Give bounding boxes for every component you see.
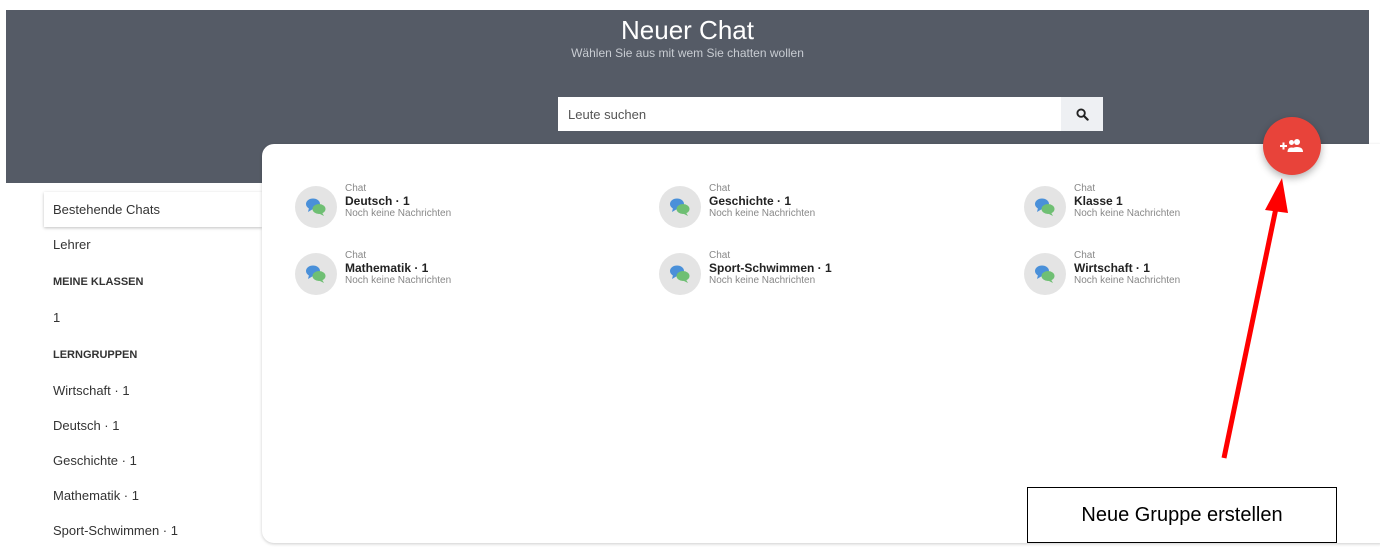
chat-name: Deutsch · 1 <box>345 194 410 208</box>
chat-type-label: Chat <box>709 183 731 194</box>
sidebar-item-existing-chats[interactable]: Bestehende Chats <box>44 192 262 227</box>
annotation-label: Neue Gruppe erstellen <box>1027 487 1337 543</box>
new-group-button[interactable] <box>1263 117 1321 175</box>
chat-type-label: Chat <box>1074 250 1096 261</box>
chat-card[interactable]: Chat Sport-Schwimmen · 1 Noch keine Nachri… <box>659 250 959 298</box>
page-title: Neuer Chat <box>621 15 754 45</box>
chat-name: Sport-Schwimmen · 1 <box>709 261 832 275</box>
chat-last-message: Noch keine Nachrichten <box>345 275 452 286</box>
chat-last-message: Noch keine Nachrichten <box>709 275 816 286</box>
chat-card[interactable]: Chat Mathematik · 1 Noch keine Nachrichten <box>295 250 595 298</box>
sidebar-heading-study-groups: LERNGRUPPEN <box>53 349 138 361</box>
sidebar-item-group[interactable]: Geschichte · 1 <box>44 443 262 478</box>
group-add-icon <box>1280 139 1303 152</box>
chat-last-message: Noch keine Nachrichten <box>1074 208 1181 219</box>
chat-card[interactable]: Chat Geschichte · 1 Noch keine Nachrichten <box>659 183 959 231</box>
chat-name: Mathematik · 1 <box>345 261 429 275</box>
chat-type-label: Chat <box>345 183 367 194</box>
chat-type-label: Chat <box>1074 183 1096 194</box>
chat-last-message: Noch keine Nachrichten <box>345 208 452 219</box>
search-bar <box>558 97 1103 131</box>
sidebar-item-group[interactable]: Wirtschaft · 1 <box>44 373 262 408</box>
chat-card[interactable]: Chat Deutsch · 1 Noch keine Nachrichten <box>295 183 595 231</box>
chat-name: Geschichte · 1 <box>709 194 792 208</box>
chat-card[interactable]: Chat Klasse 1 Noch keine Nachrichten <box>1024 183 1324 231</box>
sidebar: Bestehende Chats Lehrer MEINE KLASSEN 1 … <box>44 192 262 548</box>
sidebar-heading-classes: MEINE KLASSEN <box>53 276 144 288</box>
chat-bubbles-icon <box>659 186 701 228</box>
chat-card[interactable]: Chat Wirtschaft · 1 Noch keine Nachrichten <box>1024 250 1324 298</box>
chat-bubbles-icon <box>659 253 701 295</box>
chat-type-label: Chat <box>345 250 367 261</box>
search-input[interactable] <box>558 97 1061 131</box>
chat-bubbles-icon <box>1024 253 1066 295</box>
sidebar-item-class[interactable]: 1 <box>44 300 262 335</box>
chat-bubbles-icon <box>295 253 337 295</box>
chat-last-message: Noch keine Nachrichten <box>709 208 816 219</box>
sidebar-item-group[interactable]: Mathematik · 1 <box>44 478 262 513</box>
chat-last-message: Noch keine Nachrichten <box>1074 275 1181 286</box>
chat-name: Wirtschaft · 1 <box>1074 261 1150 275</box>
chat-type-label: Chat <box>709 250 731 261</box>
sidebar-item-teachers[interactable]: Lehrer <box>44 227 262 262</box>
sidebar-item-group[interactable]: Deutsch · 1 <box>44 408 262 443</box>
chat-bubbles-icon <box>1024 186 1066 228</box>
chat-bubbles-icon <box>295 186 337 228</box>
search-icon <box>1075 107 1089 121</box>
chat-name: Klasse 1 <box>1074 194 1123 208</box>
page-subtitle: Wählen Sie aus mit wem Sie chatten wolle… <box>571 46 804 60</box>
search-button[interactable] <box>1061 97 1103 131</box>
